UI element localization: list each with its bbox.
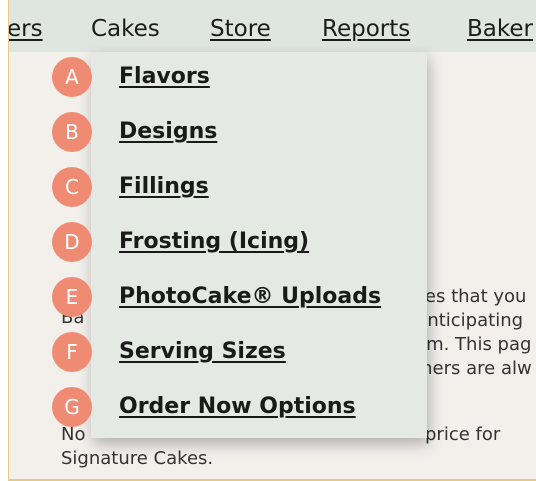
body-text-line-2-right: Anticipating	[415, 310, 524, 331]
badge-f: F	[52, 332, 92, 372]
nav-item-cakes[interactable]: Cakes	[91, 16, 160, 42]
cakes-dropdown-menu: Flavors Designs Fillings Frosting (Icing…	[91, 52, 427, 438]
body-text-no: No	[61, 424, 86, 445]
nav-item-bakers[interactable]: Baker	[467, 16, 533, 42]
nav-item-store[interactable]: Store	[210, 16, 271, 42]
nav-item-reports[interactable]: Reports	[322, 16, 410, 42]
menu-item-photocake-uploads[interactable]: PhotoCake® Uploads	[119, 284, 381, 309]
badge-b: B	[52, 112, 92, 152]
badge-c: C	[52, 167, 92, 207]
body-text-line-1-right: ces that you	[415, 286, 527, 307]
body-text-price-for: price for	[425, 424, 501, 445]
body-text-line-4-right: mers are alw	[415, 358, 532, 379]
menu-item-designs[interactable]: Designs	[119, 119, 217, 144]
menu-item-serving-sizes[interactable]: Serving Sizes	[119, 339, 286, 364]
menu-item-frosting[interactable]: Frosting (Icing)	[119, 229, 309, 254]
menu-item-flavors[interactable]: Flavors	[119, 64, 210, 89]
body-text-signature-cakes: Signature Cakes.	[61, 448, 214, 469]
nav-item-partial-left[interactable]: ers	[9, 16, 43, 42]
badge-e: E	[52, 277, 92, 317]
badge-g: G	[52, 387, 92, 427]
badge-d: D	[52, 222, 92, 262]
body-text-line-3-right: em. This pag	[415, 334, 532, 355]
top-navigation: ers Cakes Store Reports Baker	[9, 0, 536, 52]
menu-item-fillings[interactable]: Fillings	[119, 174, 209, 199]
badge-a: A	[52, 57, 92, 97]
menu-item-order-now-options[interactable]: Order Now Options	[119, 394, 356, 419]
